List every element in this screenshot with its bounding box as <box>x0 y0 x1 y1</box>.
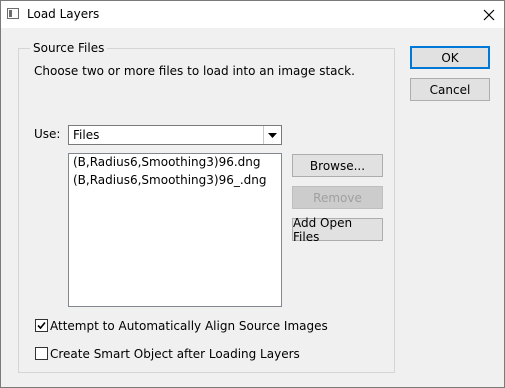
add-open-files-button[interactable]: Add Open Files <box>292 216 383 244</box>
browse-button[interactable]: Browse... <box>292 154 383 177</box>
chevron-down-icon[interactable] <box>263 126 281 144</box>
close-button[interactable] <box>474 1 504 28</box>
source-files-list[interactable]: (B,Radius6,Smoothing3)96.dng (B,Radius6,… <box>68 153 282 307</box>
align-checkbox-label[interactable]: Attempt to Automatically Align Source Im… <box>50 319 328 333</box>
use-dropdown[interactable]: Files <box>68 125 282 145</box>
list-item[interactable]: (B,Radius6,Smoothing3)96.dng <box>69 154 281 170</box>
source-files-description: Choose two or more files to load into an… <box>34 64 355 78</box>
smart-object-checkbox-label[interactable]: Create Smart Object after Loading Layers <box>50 347 300 361</box>
title-bar: Load Layers <box>1 1 504 28</box>
load-layers-dialog: Load Layers Source Files Choose two or m… <box>0 0 505 388</box>
checkmark-icon <box>37 321 46 330</box>
ok-button[interactable]: OK <box>410 46 490 69</box>
window-title: Load Layers <box>27 7 100 21</box>
remove-button[interactable]: Remove <box>292 186 383 209</box>
app-icon <box>7 8 19 19</box>
source-files-group-label: Source Files <box>30 41 108 55</box>
list-item[interactable]: (B,Radius6,Smoothing3)96_.dng <box>69 172 281 188</box>
align-checkbox[interactable] <box>35 319 48 332</box>
cancel-button[interactable]: Cancel <box>410 78 490 101</box>
use-label: Use: <box>34 127 61 141</box>
close-icon <box>483 9 495 20</box>
smart-object-checkbox[interactable] <box>35 347 48 360</box>
use-dropdown-value: Files <box>73 128 100 142</box>
